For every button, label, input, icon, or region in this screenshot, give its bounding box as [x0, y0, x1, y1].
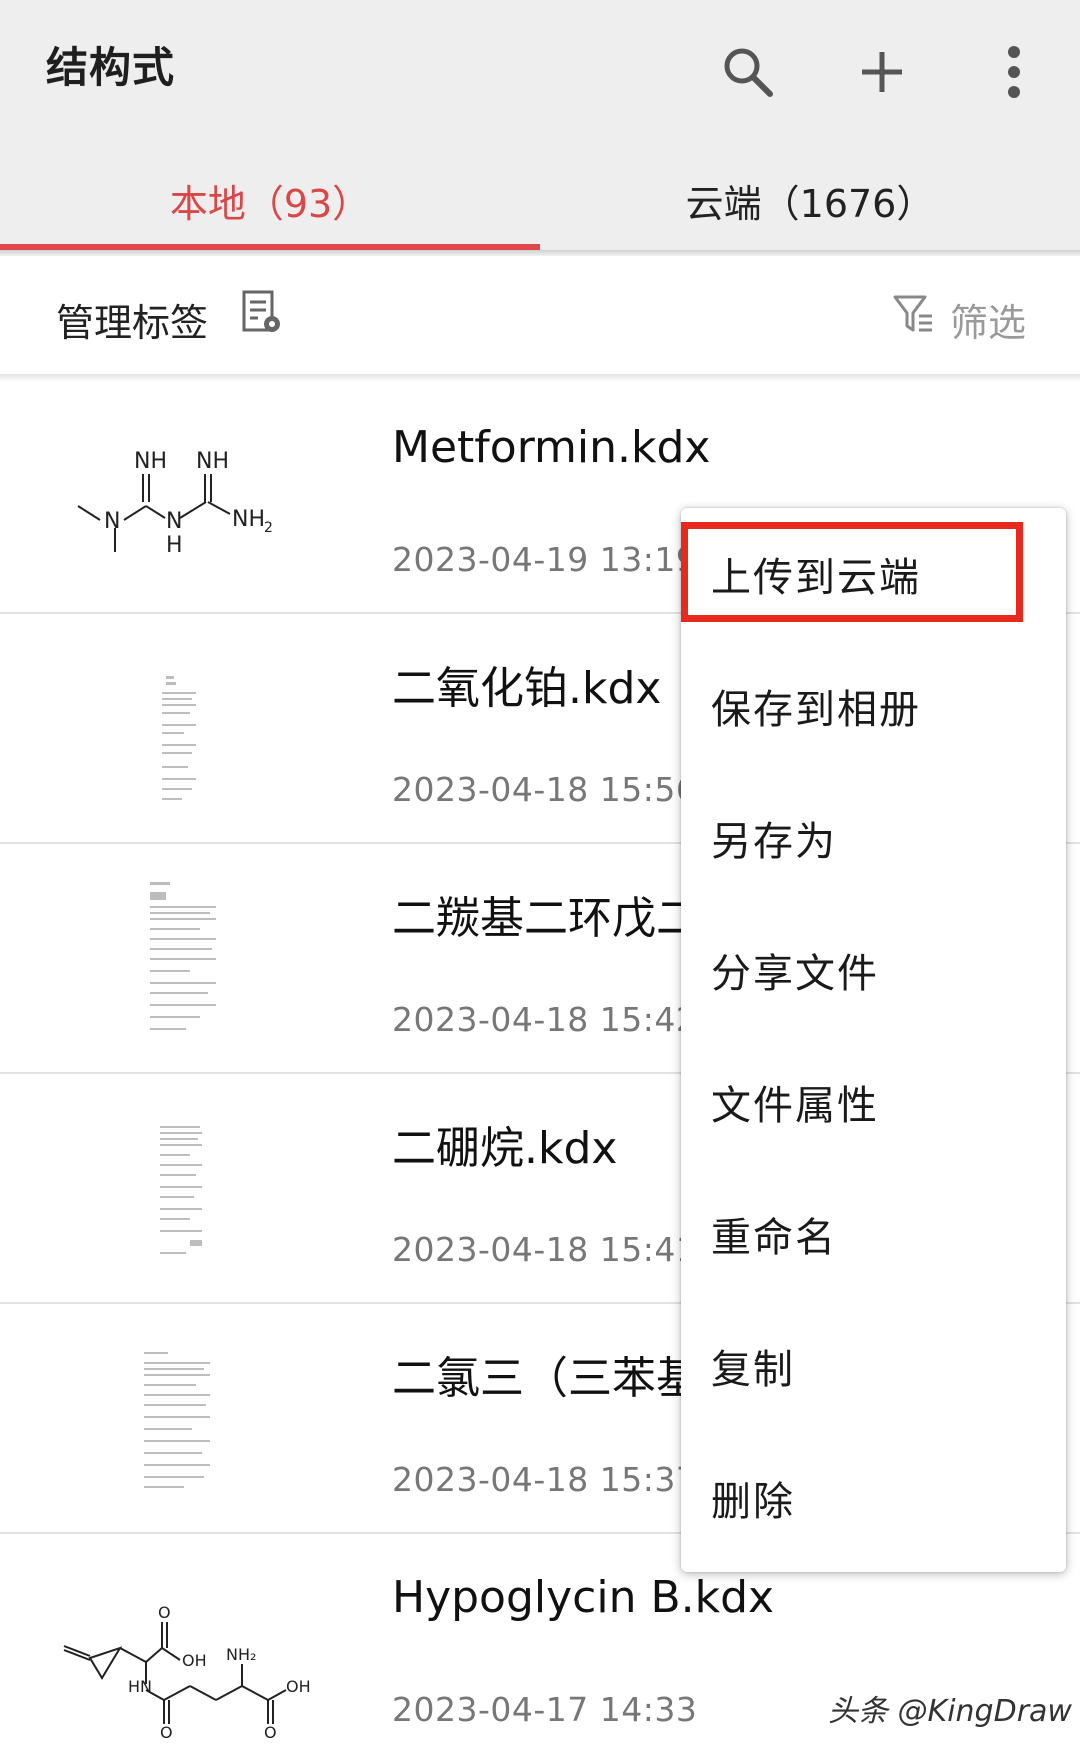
menu-item-save-to-album[interactable]: 保存到相册	[681, 640, 1066, 772]
filter-icon[interactable]	[892, 292, 936, 336]
tab-cloud-label: 云端（1676）	[685, 181, 935, 226]
file-name: Metformin.kdx	[392, 422, 711, 473]
label-n-left: N	[104, 509, 120, 534]
document-thumbnail	[150, 882, 216, 1030]
document-thumbnail	[162, 676, 196, 800]
molecule-thumbnail: O OH NH₂ OH HN O O	[63, 1603, 310, 1742]
label-oh-mid: OH	[182, 1651, 207, 1670]
manage-tags-button[interactable]: 管理标签	[56, 292, 208, 347]
plus-icon	[862, 52, 902, 92]
label-oh-right: OH	[286, 1677, 310, 1696]
add-button[interactable]	[842, 32, 922, 112]
label-nh2-sub: 2	[264, 520, 273, 536]
label-n-mid: N	[166, 509, 182, 534]
tab-cloud[interactable]: 云端（1676）	[540, 150, 1080, 250]
file-date: 2023-04-19 13:19	[392, 540, 698, 579]
label-o-bottom-right: O	[264, 1723, 277, 1742]
menu-item-rename[interactable]: 重命名	[681, 1168, 1066, 1300]
file-name: 二氯三（三苯基	[392, 1353, 700, 1404]
search-icon	[724, 48, 773, 97]
label-o-top: O	[158, 1603, 171, 1622]
file-name: 二羰基二环戊二	[392, 893, 700, 944]
file-date: 2023-04-18 15:37	[392, 1460, 698, 1499]
tag-settings-icon[interactable]	[242, 290, 284, 336]
label-nh2: NH₂	[226, 1645, 256, 1664]
file-date: 2023-04-18 15:42	[392, 1000, 698, 1039]
label-o-bottom-left: O	[160, 1723, 173, 1742]
document-thumbnail	[160, 1126, 202, 1254]
label-nh-left: NH	[134, 449, 167, 474]
file-name: Hypoglycin B.kdx	[392, 1572, 775, 1623]
menu-item-share-file[interactable]: 分享文件	[681, 904, 1066, 1036]
menu-item-delete[interactable]: 删除	[681, 1432, 1066, 1564]
menu-item-save-as[interactable]: 另存为	[681, 772, 1066, 904]
tab-local[interactable]: 本地（93）	[0, 150, 540, 250]
label-nh2: NH	[232, 507, 265, 532]
file-name: 二氧化铂.kdx	[392, 663, 662, 714]
label-h-mid: H	[166, 533, 183, 558]
tab-local-label: 本地（93）	[169, 181, 371, 226]
file-date: 2023-04-18 15:56	[392, 770, 698, 809]
search-button[interactable]	[708, 32, 788, 112]
highlight-annotation-box	[681, 522, 1023, 622]
label-bar: 管理标签 筛选	[0, 256, 1080, 376]
document-thumbnail	[144, 1352, 210, 1488]
app-title: 结构式	[46, 43, 176, 92]
watermark: 头条 @KingDraw	[828, 1694, 1072, 1729]
app-bar: 结构式 本地（93） 云端（1676）	[0, 0, 1080, 252]
file-name: 二硼烷.kdx	[392, 1123, 618, 1174]
menu-item-copy[interactable]: 复制	[681, 1300, 1066, 1432]
label-hn: HN	[128, 1677, 152, 1696]
label-nh-right: NH	[196, 449, 229, 474]
labelbar-shadow	[0, 374, 1080, 382]
file-date: 2023-04-17 14:33	[392, 1690, 698, 1729]
filter-button[interactable]: 筛选	[950, 292, 1026, 347]
molecule-thumbnail: NH NH N N H NH 2	[77, 449, 273, 558]
context-menu: 上传到云端 保存到相册 另存为 分享文件 文件属性 重命名 复制 删除	[681, 508, 1066, 1572]
menu-item-file-properties[interactable]: 文件属性	[681, 1036, 1066, 1168]
more-vert-icon	[1008, 46, 1020, 98]
tab-bar: 本地（93） 云端（1676）	[0, 150, 1080, 250]
more-options-button[interactable]	[974, 32, 1054, 112]
file-date: 2023-04-18 15:41	[392, 1230, 698, 1269]
